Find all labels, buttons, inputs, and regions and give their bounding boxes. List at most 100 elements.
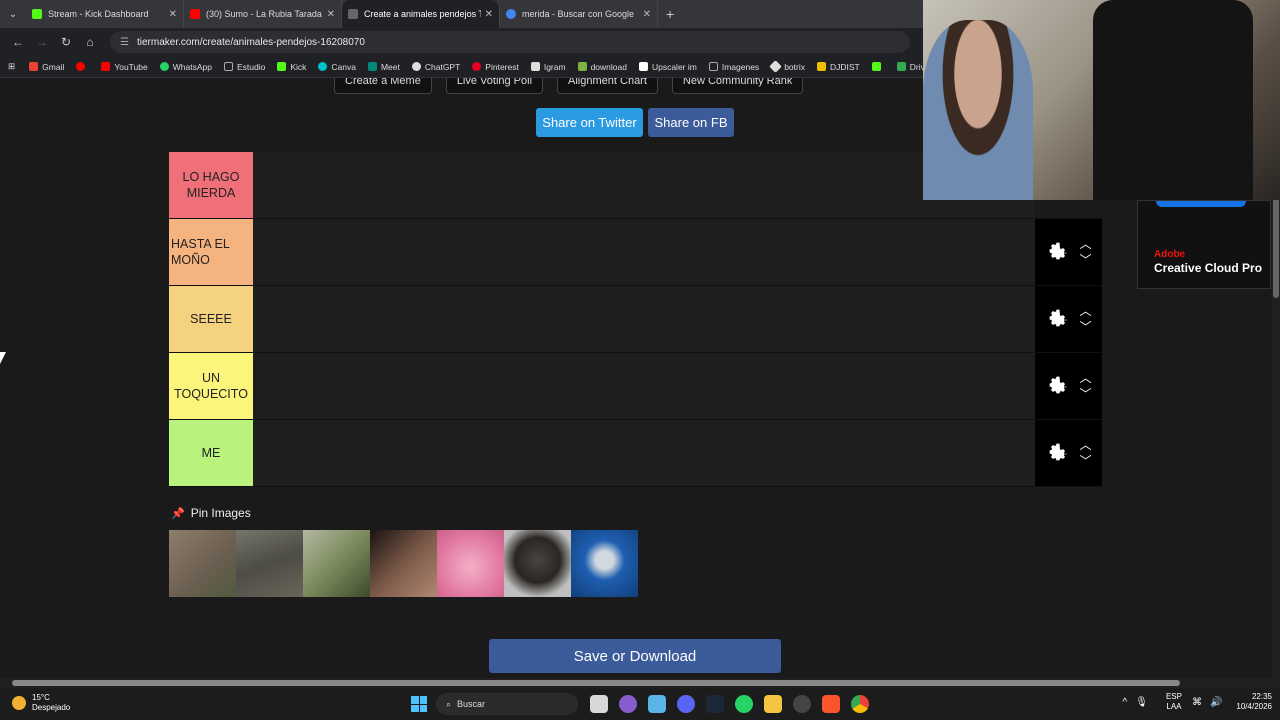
- bookmark-kick[interactable]: Kick: [277, 62, 306, 72]
- tab-search-menu[interactable]: ⌄: [0, 0, 26, 28]
- bookmark-estudio[interactable]: Estudio: [223, 62, 265, 72]
- tab-kick-dashboard[interactable]: Stream - Kick Dashboard ✕: [26, 0, 184, 28]
- tier-dropzone[interactable]: [253, 152, 1035, 218]
- animal-image-axolotl[interactable]: [437, 530, 504, 597]
- bookmark-botrix[interactable]: botrix: [769, 60, 805, 73]
- bookmark-imagenes[interactable]: Imagenes: [708, 62, 759, 72]
- bookmark-meet[interactable]: Meet: [367, 62, 400, 72]
- chevron-up-icon[interactable]: ︿: [1079, 236, 1091, 252]
- gear-icon[interactable]: [1045, 441, 1069, 465]
- chevron-up-icon[interactable]: ︿: [1079, 370, 1091, 386]
- discord-icon[interactable]: [677, 695, 695, 713]
- site-info-icon[interactable]: ☰: [120, 37, 129, 48]
- animal-image-koala[interactable]: [169, 530, 236, 597]
- reload-icon[interactable]: ↻: [54, 35, 78, 49]
- bookmark-gmail[interactable]: Gmail: [29, 62, 64, 72]
- close-icon[interactable]: ✕: [169, 9, 177, 20]
- tab-google-search[interactable]: merida - Buscar con Google ✕: [500, 0, 658, 28]
- music-icon: [76, 62, 86, 71]
- tab-youtube-sumo[interactable]: (30) Sumo - La Rubia Tarada (O ✕: [184, 0, 342, 28]
- bookmark-youtube[interactable]: YouTube: [101, 62, 148, 72]
- language-indicator[interactable]: ESP LAA: [1166, 692, 1182, 712]
- task-view-icon[interactable]: [590, 695, 608, 713]
- taskbar-search[interactable]: ⌕ Buscar: [436, 693, 578, 715]
- bookmark-upscaler[interactable]: Upscaler im: [638, 62, 697, 72]
- address-bar[interactable]: ☰ tiermaker.com/create/animales-pendejos…: [110, 31, 910, 53]
- clock[interactable]: 22:35 10/4/2026: [1236, 692, 1272, 712]
- community-rank-button[interactable]: New Community Rank: [671, 78, 804, 94]
- chevron-up-icon[interactable]: ︿: [1079, 303, 1091, 319]
- ad-button[interactable]: [1156, 201, 1246, 207]
- live-voting-poll-button[interactable]: Live Voting Poll: [445, 78, 544, 94]
- chevron-down-icon[interactable]: ﹀: [1079, 319, 1091, 335]
- tier-label[interactable]: UN TOQUECITO: [169, 353, 253, 419]
- forward-icon[interactable]: →: [30, 35, 54, 49]
- chevron-up-icon[interactable]: ^: [1123, 697, 1128, 708]
- alignment-chart-button[interactable]: Alignment Chart: [557, 78, 658, 94]
- close-icon[interactable]: ✕: [485, 9, 493, 20]
- bookmark-pinterest[interactable]: Pinterest: [472, 62, 519, 72]
- tier-label[interactable]: SEEEE: [169, 286, 253, 352]
- notepad-icon[interactable]: [648, 695, 666, 713]
- whatsapp-icon[interactable]: [735, 695, 753, 713]
- share-fb-button[interactable]: Share on FB: [648, 108, 734, 137]
- horizontal-scrollbar[interactable]: [0, 678, 1280, 688]
- animal-image-fish[interactable]: [571, 530, 638, 597]
- chrome-icon[interactable]: [851, 695, 869, 713]
- tier-dropzone[interactable]: [253, 420, 1035, 486]
- bookmark-igram[interactable]: Igram: [530, 62, 566, 72]
- bookmark-whatsapp[interactable]: WhatsApp: [159, 62, 212, 72]
- tier-row: SEEEE ︿ ﹀: [169, 286, 1102, 353]
- chevron-down-icon[interactable]: ﹀: [1079, 386, 1091, 402]
- back-icon[interactable]: ←: [6, 35, 30, 49]
- steam-icon[interactable]: [706, 695, 724, 713]
- obs-icon[interactable]: [793, 695, 811, 713]
- share-twitter-button[interactable]: Share on Twitter: [536, 108, 643, 137]
- animal-image-rhino[interactable]: [370, 530, 437, 597]
- windows-start-icon[interactable]: [411, 696, 427, 712]
- d-icon: [871, 62, 881, 71]
- copilot-icon[interactable]: [619, 695, 637, 713]
- close-icon[interactable]: ✕: [327, 9, 335, 20]
- animal-image-chimp[interactable]: [504, 530, 571, 597]
- new-tab-icon[interactable]: +: [666, 6, 674, 22]
- tier-dropzone[interactable]: [253, 286, 1035, 352]
- bookmark-download[interactable]: download: [577, 62, 627, 72]
- chevron-down-icon[interactable]: ﹀: [1079, 252, 1091, 268]
- bookmark-chatgpt[interactable]: ChatGPT: [411, 62, 460, 72]
- gear-icon[interactable]: [1045, 240, 1069, 264]
- bookmark-canva[interactable]: Canva: [318, 62, 356, 72]
- animal-image-crocodile[interactable]: [236, 530, 303, 597]
- gear-icon[interactable]: [1045, 307, 1069, 331]
- pin-images-toggle[interactable]: 📌 Pin Images: [171, 506, 251, 520]
- chevron-down-icon[interactable]: ﹀: [1079, 453, 1091, 469]
- bookmark-d[interactable]: [871, 62, 885, 71]
- microphone-icon[interactable]: 🎙: [1135, 697, 1148, 708]
- adobe-ad[interactable]: Adobe Creative Cloud Pro: [1137, 200, 1271, 289]
- tab-tiermaker[interactable]: Create a animales pendejos Tie ✕: [342, 0, 500, 28]
- scrollbar-thumb[interactable]: [12, 680, 1180, 686]
- close-icon[interactable]: ✕: [643, 9, 651, 20]
- brave-icon[interactable]: [822, 695, 840, 713]
- image-pool: [169, 530, 638, 597]
- drive-icon: [896, 62, 906, 71]
- bookmark-djdist[interactable]: DJDIST: [816, 62, 860, 72]
- volume-icon[interactable]: 🔊: [1210, 697, 1222, 708]
- gear-icon[interactable]: [1045, 374, 1069, 398]
- tier-label[interactable]: LO HAGO MIERDA: [169, 152, 253, 218]
- weather-widget[interactable]: 15°C Despejado: [12, 693, 70, 713]
- save-or-download-button[interactable]: Save or Download: [489, 639, 781, 673]
- animal-image-panda[interactable]: [303, 530, 370, 597]
- tier-label[interactable]: ME: [169, 420, 253, 486]
- create-meme-button[interactable]: Create a Meme: [334, 78, 432, 94]
- tier-label[interactable]: HASTA EL MOÑO: [169, 219, 253, 285]
- chevron-up-icon[interactable]: ︿: [1079, 437, 1091, 453]
- file-explorer-icon[interactable]: [764, 695, 782, 713]
- tier-dropzone[interactable]: [253, 219, 1035, 285]
- apps-icon[interactable]: ⊞: [8, 61, 15, 72]
- home-icon[interactable]: ⌂: [78, 35, 102, 49]
- wifi-icon[interactable]: ⌘: [1192, 697, 1202, 708]
- scrollbar-thumb[interactable]: [1273, 198, 1279, 298]
- tier-dropzone[interactable]: [253, 353, 1035, 419]
- bookmark-icon-only[interactable]: [76, 62, 89, 71]
